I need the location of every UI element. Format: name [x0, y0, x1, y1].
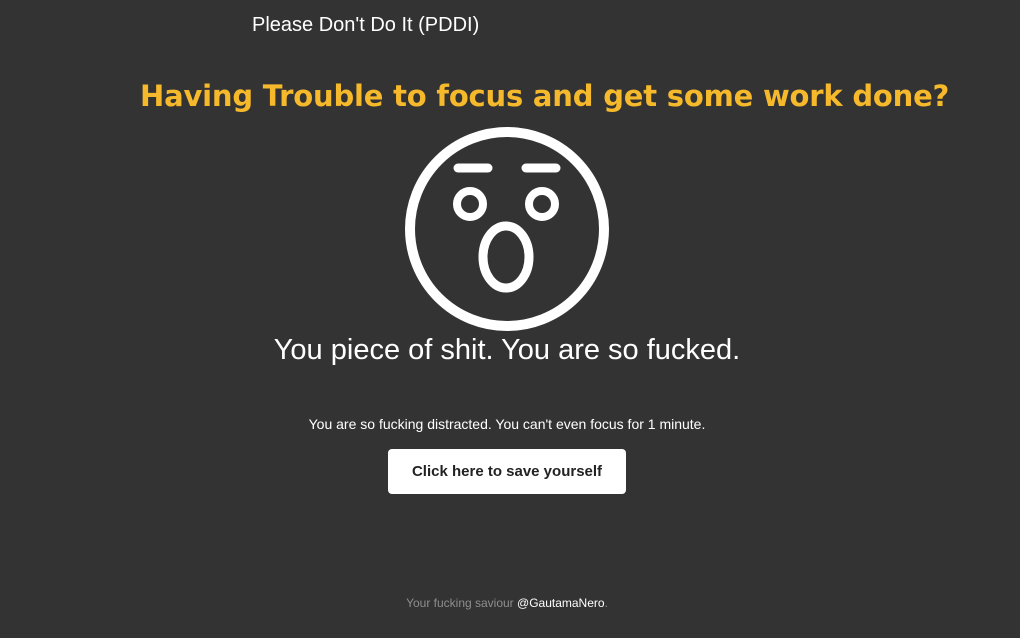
- footer-suffix: .: [604, 596, 608, 610]
- subline: You are so fucking distracted. You can't…: [308, 416, 706, 432]
- author-handle: @GautamaNero: [517, 596, 605, 610]
- save-yourself-button[interactable]: Click here to save yourself: [388, 449, 626, 494]
- headline: You piece of shit. You are so fucked.: [273, 334, 741, 366]
- footer-prefix: Your fucking saviour: [406, 596, 518, 610]
- shocked-face-icon: [405, 127, 609, 331]
- footer-credit: Your fucking saviour @GautamaNero.: [300, 596, 714, 610]
- app-title: Please Don't Do It (PDDI): [252, 14, 480, 36]
- promo-headline: Having Trouble to focus and get some wor…: [140, 79, 950, 113]
